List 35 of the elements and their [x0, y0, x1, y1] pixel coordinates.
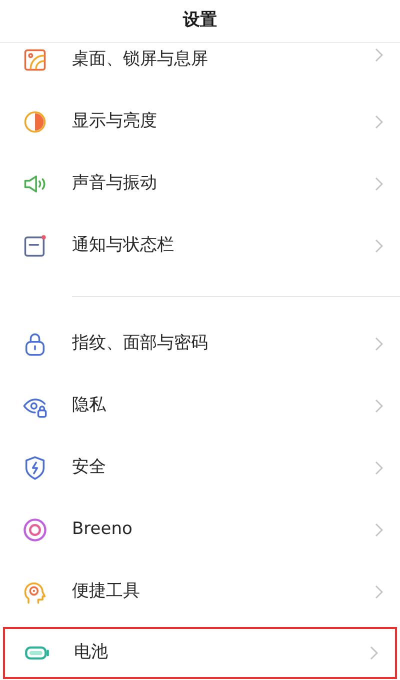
ring-icon	[22, 517, 48, 543]
chevron-icon	[374, 176, 384, 192]
chevron-icon	[374, 238, 384, 254]
item-label: 显示与亮度	[72, 110, 158, 134]
settings-item[interactable]: Breeno	[0, 499, 400, 561]
settings-item[interactable]: 指纹、面部与密码	[0, 313, 400, 375]
settings-item[interactable]: 显示与亮度	[0, 91, 400, 153]
item-label: 声音与振动	[72, 172, 158, 196]
chevron-icon	[369, 645, 379, 661]
brightness-icon	[22, 109, 48, 135]
wallpaper-icon	[22, 47, 48, 73]
chevron-icon	[374, 47, 384, 63]
item-label: 便捷工具	[72, 580, 141, 604]
item-label: Breeno	[72, 518, 134, 542]
chevron-icon	[374, 114, 384, 130]
settings-item[interactable]: 隐私	[0, 375, 400, 437]
chevron-icon	[374, 336, 384, 352]
chevron-icon	[374, 460, 384, 476]
settings-item[interactable]: 安全	[0, 437, 400, 499]
item-label: 通知与状态栏	[72, 234, 175, 258]
chevron-icon	[374, 522, 384, 538]
chevron-icon	[374, 584, 384, 600]
chevron-icon	[374, 398, 384, 414]
settings-item[interactable]: 电池	[3, 627, 397, 679]
item-label: 安全	[72, 456, 107, 480]
settings-item[interactable]: 便捷工具	[0, 561, 400, 623]
settings-item[interactable]: 桌面、锁屏与息屏	[0, 43, 400, 91]
settings-item[interactable]: 声音与振动	[0, 153, 400, 215]
item-label: 桌面、锁屏与息屏	[72, 48, 209, 71]
item-label: 指纹、面部与密码	[72, 332, 209, 356]
settings-item[interactable]: 通知与状态栏	[0, 215, 400, 277]
page-title: 设置	[183, 9, 217, 32]
item-label: 隐私	[72, 394, 107, 418]
notification-icon	[22, 233, 48, 259]
item-label: 电池	[74, 641, 109, 664]
